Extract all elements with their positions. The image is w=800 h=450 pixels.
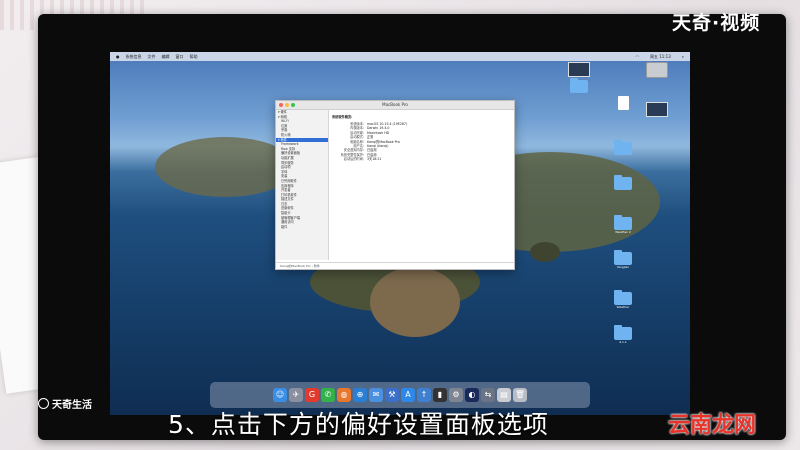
desktop-icon[interactable] (646, 102, 668, 117)
brand-logo-left: 天奇生活 (38, 396, 92, 411)
dock-preview-icon[interactable]: ▤ (497, 388, 511, 402)
dock-finder-icon[interactable]: ☺ (273, 388, 287, 402)
brand-logo-top: 天奇·视频 (672, 12, 761, 34)
wallpaper-island (155, 137, 295, 197)
folder-icon (614, 290, 632, 305)
menu-item[interactable]: 系统信息 (126, 54, 142, 60)
dock-firefox-icon[interactable]: ◍ (337, 388, 351, 402)
system-information-window[interactable]: MacBook Pro ▾ 硬件 ▾ 网络 Wi-Fi 位置 宗卷 防火墙 ▾ 软件 Fram… (275, 100, 515, 270)
desktop-icon-label: 4.1.1 (619, 340, 627, 344)
desktop-icon-label: Weather 2 (615, 230, 631, 234)
wallpaper-rock (530, 242, 560, 262)
brand-text: 天奇生活 (52, 400, 92, 411)
desktop-icon[interactable]: Weather (612, 290, 634, 309)
dock-screen-icon[interactable]: ◐ (465, 388, 479, 402)
menu-item[interactable]: 帮助 (190, 54, 198, 60)
info-key: 启动后的时间: (343, 157, 364, 162)
software-overview: 系统软件概览: 系统版本: macOS 10.15.4 (19E287) 内核版本:… (332, 114, 510, 162)
sidebar-item[interactable]: 组件 (276, 225, 328, 230)
menu-bar: ● 系统信息 文件 编辑 窗口 帮助 ◠ 周五 11:13 ⌕ (110, 52, 690, 61)
close-icon[interactable] (279, 103, 283, 107)
info-row: 启动后的时间: 3天18:21 (332, 157, 510, 161)
desktop-icon[interactable] (646, 62, 668, 78)
dock-upload-icon[interactable]: ↑ (417, 388, 431, 402)
subtitle-caption: 5、点击下方的偏好设置面板选项 (168, 410, 549, 439)
sidebar: ▾ 硬件 ▾ 网络 Wi-Fi 位置 宗卷 防火墙 ▾ 软件 Framework Raw 支持偏… (276, 110, 329, 260)
desktop-icon[interactable] (612, 175, 634, 190)
overview-heading: 系统软件概览: (332, 115, 353, 119)
dock-app-store-icon[interactable]: A (401, 388, 415, 402)
folder-icon (614, 250, 632, 265)
menu-item[interactable]: 编辑 (162, 54, 170, 60)
dock-terminal-icon[interactable]: ▮ (433, 388, 447, 402)
folder-icon (614, 215, 632, 230)
wallpaper-rock (370, 267, 460, 337)
brand-icon (38, 398, 49, 409)
hdd-icon (646, 62, 668, 78)
doc-icon (617, 96, 629, 110)
thumb-icon (568, 62, 590, 77)
folder-icon (614, 175, 632, 190)
desktop-icon[interactable] (568, 78, 590, 93)
clock[interactable]: 周五 11:13 (650, 54, 671, 60)
desktop-icon[interactable]: 4.1.1 (612, 325, 634, 344)
desktop-icon[interactable] (612, 96, 634, 110)
menu-item[interactable]: 窗口 (176, 54, 184, 60)
folder-icon (570, 78, 588, 93)
wifi-icon[interactable]: ◠ (635, 54, 639, 60)
desktop-icon[interactable]: Weather 2 (612, 215, 634, 234)
dock-safari-icon[interactable]: ⊕ (353, 388, 367, 402)
dock-trash-icon[interactable]: 🗑 (513, 388, 527, 402)
desktop-icon[interactable] (568, 62, 590, 77)
folder-icon (614, 140, 632, 155)
watermark: 云南龙网 (668, 413, 757, 438)
apple-icon[interactable]: ● (116, 54, 120, 59)
zoom-icon[interactable] (291, 103, 295, 107)
window-title: MacBook Pro (382, 102, 408, 107)
dock-system-preferences-icon[interactable]: ⚙ (449, 388, 463, 402)
dock-wechat-icon[interactable]: ✆ (321, 388, 335, 402)
desktop-icon-label: Yangjian (616, 265, 630, 269)
info-value: 3天18:21 (367, 157, 382, 162)
dock-migration-icon[interactable]: ⇆ (481, 388, 495, 402)
mac-screen: ● 系统信息 文件 编辑 窗口 帮助 ◠ 周五 11:13 ⌕ MacBook … (110, 52, 690, 415)
desktop-icon[interactable] (612, 140, 634, 155)
dock-xcode-icon[interactable]: ⚒ (385, 388, 399, 402)
dock-launchpad-icon[interactable]: ✈ (289, 388, 303, 402)
minimize-icon[interactable] (285, 103, 289, 107)
menu-item[interactable]: 文件 (148, 54, 156, 60)
window-titlebar[interactable]: MacBook Pro (276, 101, 514, 110)
folder-icon (614, 325, 632, 340)
dock-mail-icon[interactable]: ✉ (369, 388, 383, 402)
search-icon[interactable]: ⌕ (682, 54, 684, 60)
dock-google-icon[interactable]: G (305, 388, 319, 402)
thumb-icon (646, 102, 668, 117)
status-path: tianqi的MacBook Pro › 软件 (276, 262, 514, 269)
desktop-icon[interactable]: Yangjian (612, 250, 634, 269)
desktop-icon-label: Weather (616, 305, 630, 309)
